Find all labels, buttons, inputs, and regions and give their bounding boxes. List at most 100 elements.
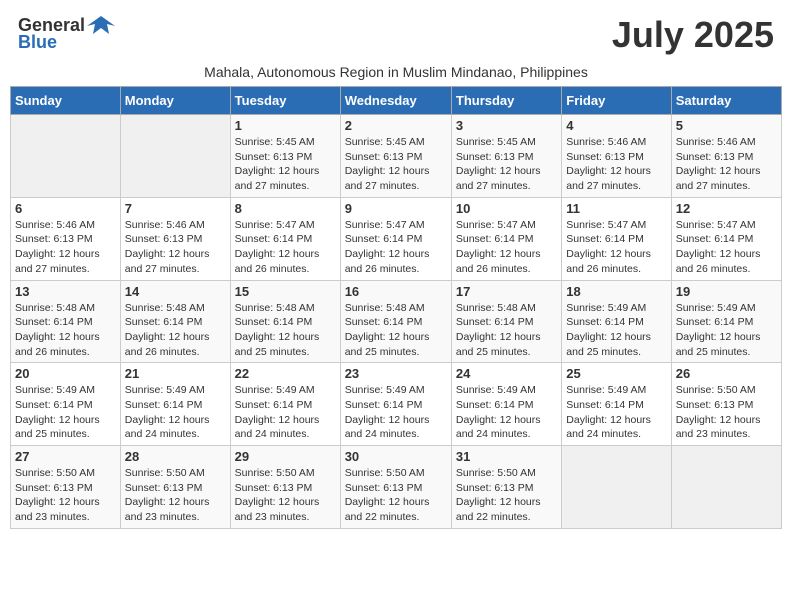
- day-info: Sunrise: 5:49 AM Sunset: 6:14 PM Dayligh…: [456, 383, 557, 442]
- calendar-header-row: SundayMondayTuesdayWednesdayThursdayFrid…: [11, 87, 782, 115]
- day-info: Sunrise: 5:48 AM Sunset: 6:14 PM Dayligh…: [125, 301, 226, 360]
- day-info: Sunrise: 5:48 AM Sunset: 6:14 PM Dayligh…: [15, 301, 116, 360]
- calendar-cell: 31 Sunrise: 5:50 AM Sunset: 6:13 PM Dayli…: [451, 446, 561, 529]
- day-number: 30: [345, 449, 447, 464]
- calendar-week-row: 27 Sunrise: 5:50 AM Sunset: 6:13 PM Dayli…: [11, 446, 782, 529]
- calendar-cell: 15 Sunrise: 5:48 AM Sunset: 6:14 PM Dayli…: [230, 280, 340, 363]
- logo: General Blue: [18, 14, 115, 53]
- day-info: Sunrise: 5:50 AM Sunset: 6:13 PM Dayligh…: [345, 466, 447, 525]
- day-info: Sunrise: 5:49 AM Sunset: 6:14 PM Dayligh…: [345, 383, 447, 442]
- calendar-table: SundayMondayTuesdayWednesdayThursdayFrid…: [10, 86, 782, 529]
- day-info: Sunrise: 5:45 AM Sunset: 6:13 PM Dayligh…: [456, 135, 557, 194]
- calendar-cell: [120, 115, 230, 198]
- column-header-sunday: Sunday: [11, 87, 121, 115]
- day-info: Sunrise: 5:45 AM Sunset: 6:13 PM Dayligh…: [235, 135, 336, 194]
- day-number: 2: [345, 118, 447, 133]
- calendar-cell: 23 Sunrise: 5:49 AM Sunset: 6:14 PM Dayli…: [340, 363, 451, 446]
- calendar-cell: 22Sunrise: 5:49 AM Sunset: 6:14 PM Dayli…: [230, 363, 340, 446]
- calendar-cell: 29 Sunrise: 5:50 AM Sunset: 6:13 PM Dayli…: [230, 446, 340, 529]
- day-info: Sunrise: 5:48 AM Sunset: 6:14 PM Dayligh…: [456, 301, 557, 360]
- column-header-monday: Monday: [120, 87, 230, 115]
- day-number: 14: [125, 284, 226, 299]
- day-number: 21: [125, 366, 226, 381]
- day-info: Sunrise: 5:49 AM Sunset: 6:14 PM Dayligh…: [15, 383, 116, 442]
- calendar-cell: 2 Sunrise: 5:45 AM Sunset: 6:13 PM Daylig…: [340, 115, 451, 198]
- logo-bird-icon: [87, 14, 115, 36]
- day-info: Sunrise: 5:47 AM Sunset: 6:14 PM Dayligh…: [676, 218, 777, 277]
- day-number: 6: [15, 201, 116, 216]
- calendar-cell: 18 Sunrise: 5:49 AM Sunset: 6:14 PM Dayli…: [562, 280, 671, 363]
- day-info: Sunrise: 5:50 AM Sunset: 6:13 PM Dayligh…: [456, 466, 557, 525]
- day-number: 23: [345, 366, 447, 381]
- calendar-cell: 28 Sunrise: 5:50 AM Sunset: 6:13 PM Dayli…: [120, 446, 230, 529]
- calendar-week-row: 1Sunrise: 5:45 AM Sunset: 6:13 PM Daylig…: [11, 115, 782, 198]
- calendar-cell: 14 Sunrise: 5:48 AM Sunset: 6:14 PM Dayli…: [120, 280, 230, 363]
- day-number: 13: [15, 284, 116, 299]
- calendar-cell: 5Sunrise: 5:46 AM Sunset: 6:13 PM Daylig…: [671, 115, 781, 198]
- calendar-week-row: 13 Sunrise: 5:48 AM Sunset: 6:14 PM Dayli…: [11, 280, 782, 363]
- day-info: Sunrise: 5:46 AM Sunset: 6:13 PM Dayligh…: [15, 218, 116, 277]
- day-info: Sunrise: 5:49 AM Sunset: 6:14 PM Dayligh…: [566, 383, 666, 442]
- calendar-week-row: 6 Sunrise: 5:46 AM Sunset: 6:13 PM Daylig…: [11, 197, 782, 280]
- day-number: 11: [566, 201, 666, 216]
- day-number: 17: [456, 284, 557, 299]
- calendar-cell: 21 Sunrise: 5:49 AM Sunset: 6:14 PM Dayli…: [120, 363, 230, 446]
- column-header-saturday: Saturday: [671, 87, 781, 115]
- day-info: Sunrise: 5:46 AM Sunset: 6:13 PM Dayligh…: [566, 135, 666, 194]
- day-info: Sunrise: 5:50 AM Sunset: 6:13 PM Dayligh…: [125, 466, 226, 525]
- calendar-cell: 24 Sunrise: 5:49 AM Sunset: 6:14 PM Dayli…: [451, 363, 561, 446]
- day-number: 5: [676, 118, 777, 133]
- day-number: 18: [566, 284, 666, 299]
- calendar-cell: [11, 115, 121, 198]
- day-number: 12: [676, 201, 777, 216]
- day-info: Sunrise: 5:47 AM Sunset: 6:14 PM Dayligh…: [345, 218, 447, 277]
- calendar-cell: 7 Sunrise: 5:46 AM Sunset: 6:13 PM Daylig…: [120, 197, 230, 280]
- header: General Blue July 2025: [10, 10, 782, 60]
- calendar-cell: 25 Sunrise: 5:49 AM Sunset: 6:14 PM Dayli…: [562, 363, 671, 446]
- calendar-cell: 12 Sunrise: 5:47 AM Sunset: 6:14 PM Dayli…: [671, 197, 781, 280]
- day-info: Sunrise: 5:49 AM Sunset: 6:14 PM Dayligh…: [566, 301, 666, 360]
- day-info: Sunrise: 5:50 AM Sunset: 6:13 PM Dayligh…: [15, 466, 116, 525]
- calendar-week-row: 20 Sunrise: 5:49 AM Sunset: 6:14 PM Dayli…: [11, 363, 782, 446]
- subtitle: Mahala, Autonomous Region in Muslim Mind…: [10, 64, 782, 80]
- day-info: Sunrise: 5:47 AM Sunset: 6:14 PM Dayligh…: [235, 218, 336, 277]
- calendar-cell: 1Sunrise: 5:45 AM Sunset: 6:13 PM Daylig…: [230, 115, 340, 198]
- column-header-wednesday: Wednesday: [340, 87, 451, 115]
- day-number: 19: [676, 284, 777, 299]
- day-info: Sunrise: 5:45 AM Sunset: 6:13 PM Dayligh…: [345, 135, 447, 194]
- day-number: 31: [456, 449, 557, 464]
- calendar-cell: 13 Sunrise: 5:48 AM Sunset: 6:14 PM Dayli…: [11, 280, 121, 363]
- day-info: Sunrise: 5:49 AM Sunset: 6:14 PM Dayligh…: [125, 383, 226, 442]
- calendar-cell: 4 Sunrise: 5:46 AM Sunset: 6:13 PM Daylig…: [562, 115, 671, 198]
- day-number: 4: [566, 118, 666, 133]
- month-title: July 2025: [612, 14, 774, 56]
- day-number: 10: [456, 201, 557, 216]
- day-number: 22: [235, 366, 336, 381]
- calendar-cell: 10 Sunrise: 5:47 AM Sunset: 6:14 PM Dayli…: [451, 197, 561, 280]
- day-number: 7: [125, 201, 226, 216]
- calendar-cell: 8Sunrise: 5:47 AM Sunset: 6:14 PM Daylig…: [230, 197, 340, 280]
- day-number: 20: [15, 366, 116, 381]
- calendar-cell: 11Sunrise: 5:47 AM Sunset: 6:14 PM Dayli…: [562, 197, 671, 280]
- day-number: 27: [15, 449, 116, 464]
- day-number: 28: [125, 449, 226, 464]
- calendar-cell: 17 Sunrise: 5:48 AM Sunset: 6:14 PM Dayli…: [451, 280, 561, 363]
- day-number: 25: [566, 366, 666, 381]
- day-info: Sunrise: 5:48 AM Sunset: 6:14 PM Dayligh…: [345, 301, 447, 360]
- day-number: 24: [456, 366, 557, 381]
- calendar-cell: 16 Sunrise: 5:48 AM Sunset: 6:14 PM Dayli…: [340, 280, 451, 363]
- calendar-cell: 19Sunrise: 5:49 AM Sunset: 6:14 PM Dayli…: [671, 280, 781, 363]
- day-info: Sunrise: 5:48 AM Sunset: 6:14 PM Dayligh…: [235, 301, 336, 360]
- calendar-cell: 20 Sunrise: 5:49 AM Sunset: 6:14 PM Dayli…: [11, 363, 121, 446]
- day-info: Sunrise: 5:46 AM Sunset: 6:13 PM Dayligh…: [125, 218, 226, 277]
- day-number: 15: [235, 284, 336, 299]
- calendar-cell: 27 Sunrise: 5:50 AM Sunset: 6:13 PM Dayli…: [11, 446, 121, 529]
- calendar-cell: 26Sunrise: 5:50 AM Sunset: 6:13 PM Dayli…: [671, 363, 781, 446]
- column-header-thursday: Thursday: [451, 87, 561, 115]
- day-info: Sunrise: 5:50 AM Sunset: 6:13 PM Dayligh…: [235, 466, 336, 525]
- day-number: 29: [235, 449, 336, 464]
- day-info: Sunrise: 5:47 AM Sunset: 6:14 PM Dayligh…: [456, 218, 557, 277]
- column-header-tuesday: Tuesday: [230, 87, 340, 115]
- day-number: 16: [345, 284, 447, 299]
- calendar-cell: [671, 446, 781, 529]
